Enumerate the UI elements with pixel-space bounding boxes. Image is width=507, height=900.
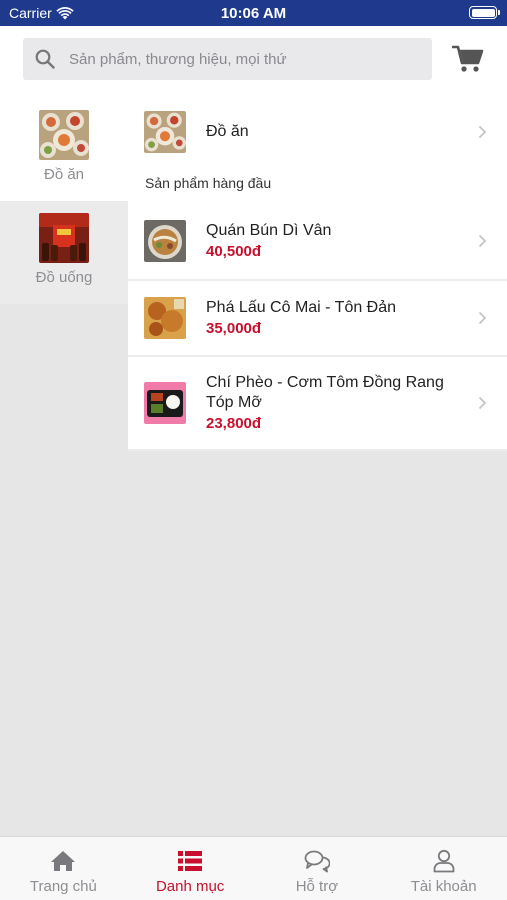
search-icon	[35, 49, 55, 69]
tab-bar: Trang chủ Danh mục Hỗ trợ Tài khoản	[0, 836, 507, 900]
product-image	[144, 382, 186, 424]
product-info: Phá Lấu Cô Mai - Tôn Đản 35,000đ	[206, 298, 446, 338]
sidebar-item-do-an[interactable]: Đồ ăn	[0, 98, 128, 201]
search-input[interactable]	[69, 50, 409, 68]
chevron-right-icon	[478, 396, 487, 410]
tab-label: Danh mục	[155, 878, 225, 895]
chevron-right-icon	[478, 234, 487, 247]
tab-ho-tro[interactable]: Hỗ trợ	[254, 837, 381, 900]
chevron-right-icon	[478, 311, 487, 325]
battery-icon	[469, 6, 500, 19]
product-info: Quán Bún Dì Vân 40,500đ	[206, 221, 446, 261]
category-row-do-an[interactable]: Đồ ăn	[128, 98, 507, 166]
product-name: Chí Phèo - Cơm Tôm Đồng Rang Tóp Mỡ	[206, 374, 444, 411]
product-price: 40,500đ	[206, 242, 262, 260]
list-icon	[178, 851, 203, 871]
tab-label: Hỗ trợ	[295, 878, 339, 895]
product-row[interactable]: Quán Bún Dì Vân 40,500đ	[128, 202, 507, 281]
sidebar-item-do-uong[interactable]: Đồ uống	[0, 201, 128, 304]
chat-icon	[304, 850, 330, 873]
product-row[interactable]: Phá Lấu Cô Mai - Tôn Đản 35,000đ	[128, 281, 507, 357]
tab-tai-khoan[interactable]: Tài khoản	[380, 837, 507, 900]
drink-category-image	[39, 213, 89, 263]
user-icon	[433, 849, 455, 873]
category-sidebar: Đồ ăn Đồ uống	[0, 98, 128, 304]
product-info: Chí Phèo - Cơm Tôm Đồng Rang Tóp Mỡ 23,8…	[206, 373, 446, 433]
status-bar: Carrier 10:06 AM	[0, 0, 507, 26]
tab-label: Tài khoản	[410, 878, 477, 895]
food-category-image	[39, 110, 89, 160]
tab-label: Trang chủ	[29, 878, 97, 895]
category-content: Đồ ăn Sản phẩm hàng đầu Quán Bún Dì Vân …	[128, 98, 507, 451]
cart-icon[interactable]	[452, 43, 484, 75]
category-name: Đồ ăn	[206, 123, 249, 140]
search-bar[interactable]	[23, 38, 432, 80]
product-price: 23,800đ	[206, 415, 262, 432]
tab-trang-chu[interactable]: Trang chủ	[0, 837, 127, 900]
product-image	[144, 219, 186, 262]
product-name: Phá Lấu Cô Mai - Tôn Đản	[206, 299, 397, 316]
product-price: 35,000đ	[206, 320, 262, 337]
sidebar-item-label: Đồ ăn	[43, 166, 85, 183]
product-row[interactable]: Chí Phèo - Cơm Tôm Đồng Rang Tóp Mỡ 23,8…	[128, 357, 507, 451]
clock: 10:06 AM	[220, 5, 287, 22]
product-image	[144, 297, 186, 339]
product-name: Quán Bún Dì Vân	[206, 221, 332, 239]
home-icon	[51, 851, 76, 871]
tab-danh-muc[interactable]: Danh mục	[127, 837, 254, 900]
section-title: Sản phẩm hàng đầu	[145, 175, 272, 191]
chevron-right-icon	[478, 125, 487, 139]
food-category-image	[144, 111, 186, 153]
sidebar-item-label: Đồ uống	[35, 269, 93, 286]
header	[0, 26, 507, 98]
